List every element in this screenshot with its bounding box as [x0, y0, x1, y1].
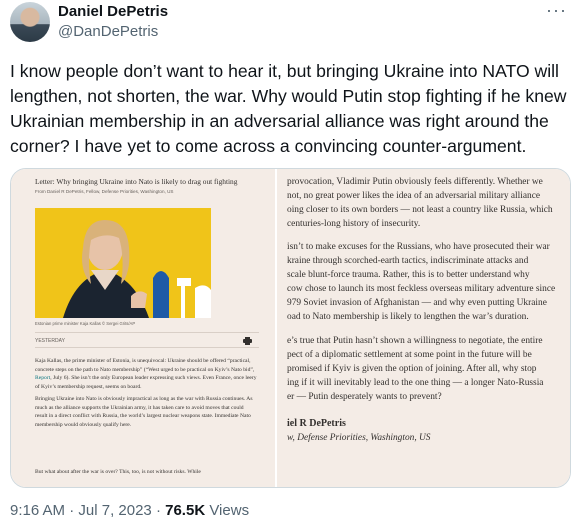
more-dots-icon[interactable]: ···: [546, 0, 567, 21]
tweet-meta: 9:16 AM · Jul 7, 2023 · 76.5K Views: [10, 502, 249, 519]
article-photo: [35, 208, 211, 318]
article-paragraph: isn’t to make excuses for the Russians, …: [287, 240, 570, 324]
tweet-date[interactable]: Jul 7, 2023: [78, 502, 151, 519]
text-line: provocation, Vladimir Putin obviously fe…: [287, 177, 543, 187]
article-paragraph: Kaja Kallas, the prime minister of Eston…: [35, 357, 257, 391]
meta-separator: ·: [65, 502, 79, 519]
article-headline: Letter: Why bringing Ukraine into Nato i…: [35, 177, 238, 186]
article-byline: From Daniel R DePetris, Fellow, Defense …: [35, 189, 174, 194]
paragraph-text: , July 6). She isn’t the only European l…: [35, 375, 257, 390]
divider: [35, 332, 259, 333]
printer-icon[interactable]: [243, 337, 252, 347]
report-link[interactable]: Report: [35, 375, 50, 381]
text-line: kraine through scorched-earth tactics, i…: [287, 256, 529, 266]
media-image-left[interactable]: Letter: Why bringing Ukraine into Nato i…: [11, 169, 275, 487]
text-line: scale blunt-force trauma. Rather, this i…: [287, 270, 530, 280]
text-line: centuries-long history of insecurity.: [287, 219, 421, 229]
tweet-text: I know people don’t want to hear it, but…: [10, 61, 567, 156]
tweet-header: Daniel DePetris @DanDePetris ···: [10, 0, 567, 42]
text-line: promised if Kyiv is given the option of …: [287, 364, 537, 374]
paragraph-text: Kaja Kallas, the prime minister of Eston…: [35, 358, 255, 373]
avatar[interactable]: [10, 2, 50, 42]
text-line: 979 Soviet invasion of Afghanistan — and…: [287, 298, 547, 308]
meta-separator: ·: [151, 502, 166, 519]
views-label: Views: [205, 502, 250, 519]
views-count[interactable]: 76.5K: [165, 502, 205, 519]
divider: [35, 347, 259, 348]
tweet-time[interactable]: 9:16 AM: [10, 502, 65, 519]
article-paragraph: But what about after the war is over? Th…: [35, 469, 201, 475]
kaja-kallas-photo: [35, 208, 211, 318]
text-line: oing closer to its own borders — not lea…: [287, 205, 553, 215]
letter-affiliation: w, Defense Priorities, Washington, US: [287, 433, 431, 443]
text-line: not, no great power likes the idea of an…: [287, 191, 541, 201]
tweet-media[interactable]: Letter: Why bringing Ukraine into Nato i…: [10, 168, 571, 488]
author-handle[interactable]: @DanDePetris: [58, 23, 158, 40]
article-paragraph: Bringing Ukraine into Nato is obviously …: [35, 396, 253, 428]
publish-label: YESTERDAY: [35, 338, 65, 344]
text-line: e’s true that Putin hasn’t shown a willi…: [287, 336, 543, 346]
media-image-right[interactable]: provocation, Vladimir Putin obviously fe…: [277, 169, 570, 487]
text-line: oad to Nato membership is likely to leng…: [287, 312, 529, 322]
author-display-name[interactable]: Daniel DePetris: [58, 3, 168, 20]
text-line: cow chose to launch its most feckless ov…: [287, 284, 556, 294]
article-paragraph: e’s true that Putin hasn’t shown a willi…: [287, 334, 570, 404]
letter-signature: iel R DePetris: [287, 418, 346, 429]
photo-caption: Estonian prime minister Kaja Kallas © Se…: [35, 321, 136, 326]
text-line: isn’t to make excuses for the Russians, …: [287, 242, 550, 252]
text-line: er — Putin desperately wants to prevent?: [287, 392, 442, 402]
text-line: ing if it will inevitably lead to the on…: [287, 378, 544, 388]
article-paragraph: provocation, Vladimir Putin obviously fe…: [287, 175, 570, 231]
text-line: pect of a diplomatic settlement at some …: [287, 350, 532, 360]
